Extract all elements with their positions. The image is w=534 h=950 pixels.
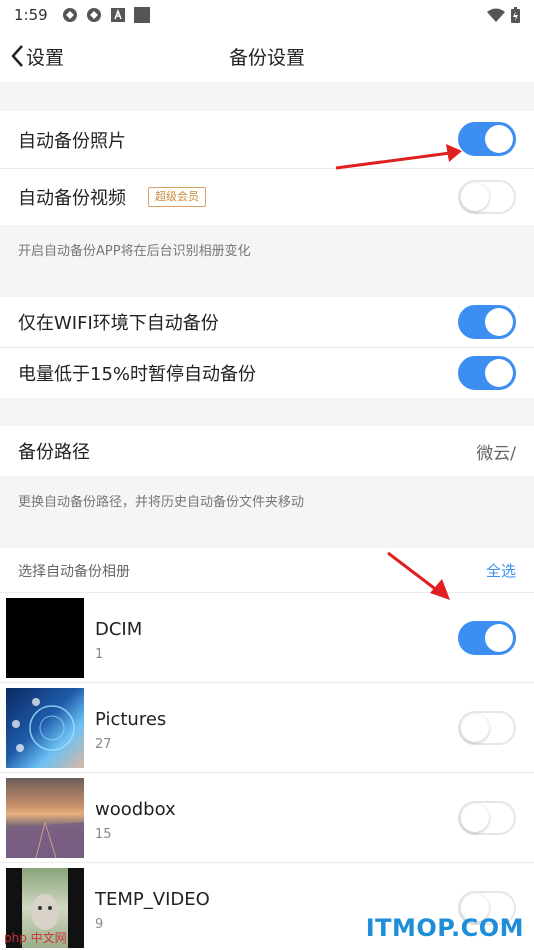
auto-video-label: 自动备份视频 (18, 188, 126, 209)
square-icon (133, 7, 150, 23)
auto-backup-note: 开启自动备份APP将在后台识别相册变化 (18, 244, 251, 259)
album-item: woodbox 15 (0, 773, 534, 863)
wifi-only-row: 仅在WIFI环境下自动备份 (0, 297, 534, 347)
album-name: TEMP_VIDEO (95, 889, 210, 910)
auto-video-toggle[interactable] (458, 180, 516, 214)
album-toggle[interactable] (458, 621, 516, 655)
backup-path-row[interactable]: 备份路径 微云/ (0, 426, 534, 476)
low-battery-row: 电量低于15%时暂停自动备份 (0, 348, 534, 398)
auto-video-row: 自动备份视频 超级会员 (0, 169, 534, 225)
select-all-button[interactable]: 全选 (486, 560, 516, 581)
sync-icon (62, 8, 77, 22)
album-toggle[interactable] (458, 711, 516, 745)
notification-a-icon (110, 8, 125, 22)
album-thumbnail (6, 598, 84, 678)
sync-icon (86, 8, 101, 22)
album-count: 9 (95, 917, 104, 932)
wifi-icon (487, 8, 505, 22)
albums-section-title: 选择自动备份相册 (18, 563, 130, 580)
album-count: 15 (95, 827, 112, 842)
wifi-only-label: 仅在WIFI环境下自动备份 (18, 313, 219, 334)
albums-section-header: 选择自动备份相册 全选 (0, 548, 534, 593)
album-toggle[interactable] (458, 801, 516, 835)
auto-photo-toggle[interactable] (458, 122, 516, 156)
backup-path-label: 备份路径 (18, 442, 90, 463)
page-title: 备份设置 (228, 47, 305, 69)
album-count: 1 (95, 647, 104, 662)
nav-bar: 设置 备份设置 (0, 30, 534, 82)
watermark-brand: ITMOP.COM (365, 914, 524, 942)
album-thumbnail (6, 778, 84, 858)
status-bar: 1:59 (0, 0, 534, 30)
low-battery-toggle[interactable] (458, 356, 516, 390)
low-battery-label: 电量低于15%时暂停自动备份 (18, 364, 257, 385)
album-name: Pictures (95, 709, 167, 730)
battery-icon (511, 7, 520, 23)
watermark-left: php 中文网 (4, 931, 67, 945)
backup-path-value: 微云/ (476, 443, 516, 464)
album-name: DCIM (95, 619, 143, 640)
path-note: 更换自动备份路径，并将历史自动备份文件夹移动 (18, 495, 305, 510)
wifi-only-toggle[interactable] (458, 305, 516, 339)
auto-photo-label: 自动备份照片 (18, 130, 126, 152)
album-item: DCIM 1 (0, 593, 534, 683)
vip-badge: 超级会员 (148, 187, 206, 207)
album-count: 27 (95, 737, 112, 752)
auto-photo-row: 自动备份照片 (0, 111, 534, 168)
album-name: woodbox (95, 799, 176, 820)
album-item: Pictures 27 (0, 683, 534, 773)
status-time: 1:59 (14, 6, 48, 24)
album-thumbnail (6, 688, 84, 768)
